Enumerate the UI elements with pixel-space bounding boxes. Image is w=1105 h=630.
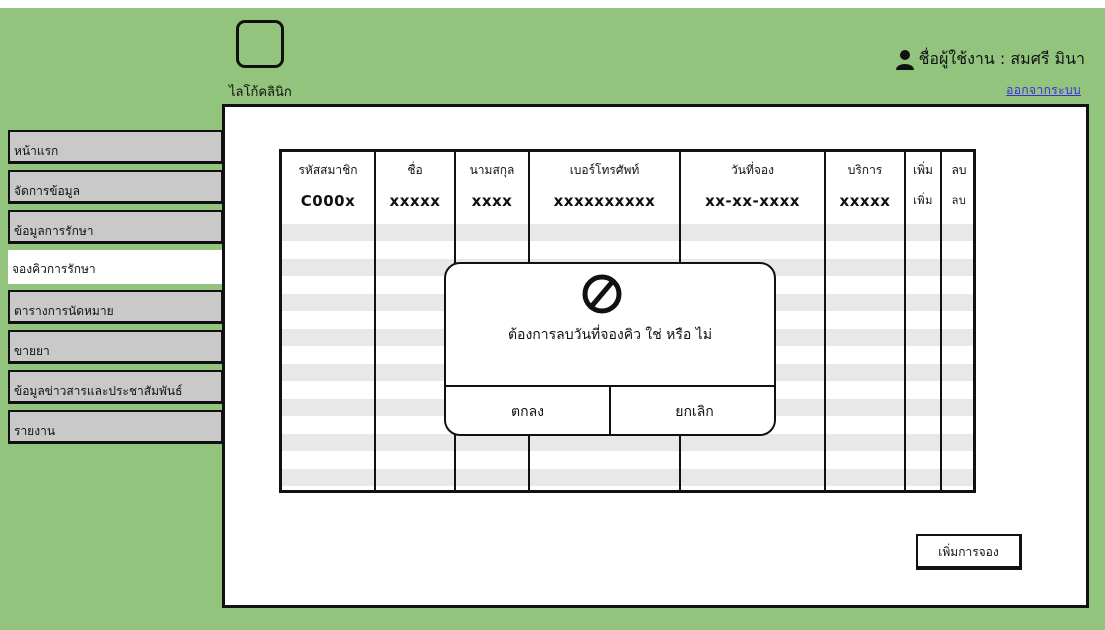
logout-link[interactable]: ออกจากระบบ: [1006, 81, 1081, 100]
table-cell: C000x: [300, 192, 356, 210]
confirm-delete-dialog: ต้องการลบวันที่จองคิว ใช่ หรือ ไม่ ตกลง …: [444, 262, 776, 436]
table-cell: xxxxx: [839, 192, 891, 210]
sidebar-item-label: ตารางการนัดหมาย: [14, 304, 114, 318]
sidebar-item-label: หน้าแรก: [14, 144, 59, 158]
table-cell: xxxx: [471, 192, 513, 210]
sidebar-item-news[interactable]: ข้อมูลข่าวสารและประชาสัมพันธ์: [8, 370, 224, 404]
table-row: C000x xxxxx xxxx xxxxxxxxxx xx-xx-xxxx x…: [282, 189, 973, 213]
add-booking-button[interactable]: เพิ่มการจอง: [916, 534, 1022, 570]
row-add-link[interactable]: เพิ่ม: [906, 189, 940, 213]
sidebar-item-label: จัดการข้อมูล: [14, 184, 80, 198]
user-name-label: ชื่อผู้ใช้งาน : สมศรี มินา: [918, 49, 1085, 68]
sidebar-item-reports[interactable]: รายงาน: [8, 410, 224, 444]
row-delete-link[interactable]: ลบ: [942, 189, 973, 213]
sidebar-item-home[interactable]: หน้าแรก: [8, 130, 224, 164]
user-icon: [895, 49, 914, 70]
table-cell: xx-xx-xxxx: [705, 192, 800, 210]
table-header: รหัสสมาชิก ชื่อ นามสกุล เบอร์โทรศัพท์ วั…: [282, 158, 973, 182]
sidebar-item-label: จองคิวการรักษา: [12, 262, 96, 276]
sidebar-item-book-queue[interactable]: จองคิวการรักษา: [8, 250, 236, 284]
sidebar-item-appointments[interactable]: ตารางการนัดหมาย: [8, 290, 224, 324]
column-header: เบอร์โทรศัพท์: [569, 163, 640, 177]
sidebar-item-sell-medicine[interactable]: ขายยา: [8, 330, 224, 364]
column-header: วันที่จอง: [731, 163, 774, 177]
dialog-message: ต้องการลบวันที่จองคิว ใช่ หรือ ไม่: [507, 327, 713, 343]
sidebar-item-treatment-data[interactable]: ข้อมูลการรักษา: [8, 210, 224, 244]
column-header: บริการ: [847, 163, 883, 177]
column-header: เพิ่ม: [913, 163, 933, 177]
sidebar-item-label: ข้อมูลการรักษา: [14, 224, 94, 238]
ok-button[interactable]: ตกลง: [446, 387, 609, 434]
column-header: ชื่อ: [407, 163, 423, 177]
sidebar-item-label: ข้อมูลข่าวสารและประชาสัมพันธ์: [14, 384, 183, 398]
column-header: รหัสสมาชิก: [298, 163, 358, 177]
sidebar-item-label: ขายยา: [14, 344, 50, 358]
column-header: ลบ: [951, 163, 967, 177]
sidebar: หน้าแรก จัดการข้อมูล ข้อมูลการรักษา จองค…: [8, 130, 236, 450]
cancel-button[interactable]: ยกเลิก: [611, 387, 774, 434]
column-header: นามสกุล: [469, 163, 515, 177]
clinic-logo: [236, 20, 284, 68]
user-info: ชื่อผู้ใช้งาน : สมศรี มินา: [895, 47, 1085, 72]
clinic-name: ไลโก้คลินิก: [229, 85, 292, 100]
sidebar-item-manage-data[interactable]: จัดการข้อมูล: [8, 170, 224, 204]
table-cell: xxxxx: [389, 192, 441, 210]
prohibited-icon: [582, 274, 622, 314]
table-cell: xxxxxxxxxx: [553, 192, 656, 210]
user-area: ชื่อผู้ใช้งาน : สมศรี มินา ออกจากระบบ: [895, 47, 1085, 100]
sidebar-item-label: รายงาน: [14, 424, 56, 438]
